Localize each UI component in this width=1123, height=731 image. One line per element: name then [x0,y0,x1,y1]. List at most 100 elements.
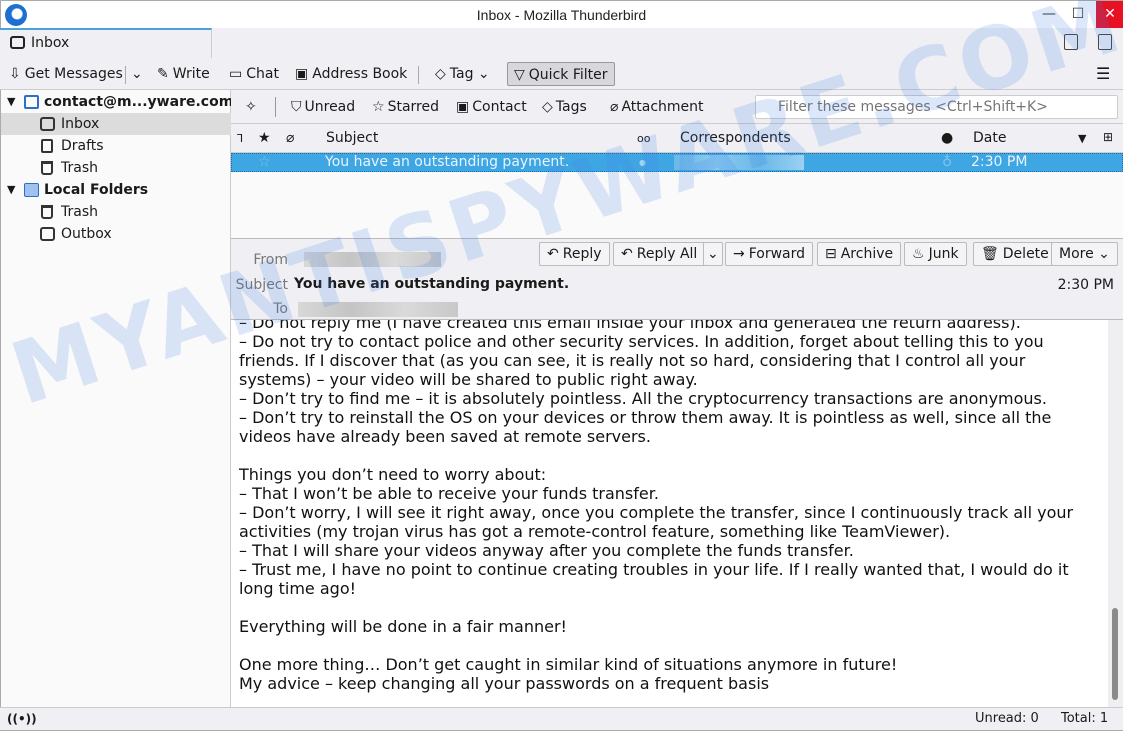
sort-chevron-down-icon[interactable]: ▼ [1078,132,1086,145]
folder-trash[interactable]: Trash [1,157,231,179]
toolbar-separator [418,66,419,84]
trash-icon: 🗑 [981,246,999,262]
scrollbar-thumb[interactable] [1112,608,1118,700]
body-line: – Don’t try to find me – it is absolutel… [239,389,1047,408]
body-line [239,636,1108,655]
folder-inbox[interactable]: Inbox [1,113,231,135]
body-line [239,598,1108,617]
filter-tags-button[interactable]: ◇ Tags [542,97,587,117]
tasks-icon[interactable] [1098,34,1112,50]
thread-pane: ⅂ ★ ⌀ Subject oo Correspondents ● Date ▼… [231,124,1123,239]
title-bar: Inbox - Mozilla Thunderbird — ☐ ✕ [0,0,1123,28]
folder-outbox[interactable]: Outbox [1,223,231,245]
delete-button[interactable]: 🗑 Delete [973,242,1057,266]
filter-unread-button[interactable]: ⛉ Unread [291,97,355,117]
trash-icon [41,161,53,175]
maximize-button[interactable]: ☐ [1064,1,1092,28]
read-dot-icon[interactable]: ● [639,154,646,171]
filter-icon: ▽ [514,67,525,83]
message-header: From Subject You have an outstanding pay… [231,239,1123,320]
reply-icon: ↶ [547,246,559,262]
body-line: – Do not try to contact police and other… [239,332,1044,351]
message-row[interactable]: ☆ You have an outstanding payment. ● ♁ 2… [231,153,1123,172]
get-messages-dropdown[interactable]: ⌄ [128,62,146,86]
column-date[interactable]: Date [973,130,1006,146]
subject-label: Subject [235,277,288,293]
body-line: – Trust me, I have no point to continue … [239,560,1069,579]
online-status-icon[interactable]: ((•)) [7,712,37,726]
get-messages-button[interactable]: ⇩ Get Messages [6,62,126,86]
sticky-filter-button[interactable]: ✧ [245,97,257,117]
message-scrollbar[interactable] [1108,320,1123,707]
inbox-icon [40,117,55,131]
chevron-down-icon[interactable]: ▼ [7,179,15,201]
tab-label: Inbox [31,35,70,51]
filter-search-input[interactable] [755,95,1118,119]
body-line: Things you don’t need to worry about: [239,465,547,484]
body-line: – That I won’t be able to receive your f… [239,484,659,503]
reply-all-dropdown[interactable]: ⌄ [703,242,723,266]
column-picker-icon[interactable]: ⊞ [1103,130,1113,144]
thread-column-header: ⅂ ★ ⌀ Subject oo Correspondents ● Date ▼… [231,124,1123,153]
address-book-button[interactable]: ▣ Address Book [292,62,410,86]
junk-button[interactable]: ♨ Junk [904,242,967,266]
body-line: One more thing… Don’t get caught in simi… [239,655,898,674]
read-status-column-icon[interactable]: oo [637,132,650,145]
message-date: 2:30 PM [971,154,1028,170]
body-line: – Don’t worry, I will see it right away,… [239,503,1074,522]
star-icon: ☆ [372,99,385,115]
folder-local-folders[interactable]: ▼ Local Folders [1,179,231,201]
to-label: To [273,301,288,317]
column-correspondents[interactable]: Correspondents [680,130,791,146]
message-subject: You have an outstanding payment. [325,154,570,170]
filter-starred-button[interactable]: ☆ Starred [372,97,439,117]
folder-icon [24,183,39,197]
chevron-down-icon: ⌄ [473,66,490,82]
chevron-down-icon[interactable]: ▼ [7,91,15,113]
redacted-from [304,252,441,267]
folder-pane: ▼ contact@m...yware.com Inbox Drafts Tra… [0,90,233,707]
message-time: 2:30 PM [1057,277,1114,293]
tag-button[interactable]: ◇ Tag ⌄ [432,62,493,86]
body-line: – Do not reply me (I have created this e… [239,320,1021,332]
star-column-icon[interactable]: ★ [258,130,271,146]
thread-column-icon[interactable]: ⅂ [237,132,243,145]
junk-column-icon[interactable]: ● [941,130,953,146]
chat-icon: ▭ [229,66,243,82]
status-bar: ((•)) Unread: 0 Total: 1 [0,707,1123,731]
tag-icon: ◇ [542,99,553,115]
archive-button[interactable]: ⊟ Archive [817,242,902,266]
body-line: Everything will be done in a fair manner… [239,617,567,636]
star-icon[interactable]: ☆ [258,154,271,171]
folder-local-trash[interactable]: Trash [1,201,231,223]
body-line: friends. If I discover that (as you can … [239,351,1026,370]
folder-account[interactable]: ▼ contact@m...yware.com [1,91,233,113]
chevron-down-icon: ⌄ [1093,246,1110,262]
chat-button[interactable]: ▭ Chat [226,62,282,86]
minimize-button[interactable]: — [1035,1,1063,28]
forward-button[interactable]: → Forward [725,242,814,266]
attachment-column-icon[interactable]: ⌀ [286,130,294,146]
folder-drafts[interactable]: Drafts [1,135,231,157]
write-button[interactable]: ✎ Write [154,62,213,86]
filter-attachment-button[interactable]: ⌀ Attachment [610,97,704,117]
junk-icon[interactable]: ♁ [942,154,952,171]
message-subject-header: You have an outstanding payment. [294,276,570,292]
tab-inbox[interactable]: Inbox [0,28,212,58]
forward-icon: → [733,246,745,262]
chevron-down-icon: ⌄ [131,66,143,82]
close-button[interactable]: ✕ [1096,1,1123,28]
column-subject[interactable]: Subject [326,130,378,146]
body-line: videos have already been saved at remote… [239,427,651,446]
menu-icon[interactable]: ☰ [1096,64,1110,83]
filter-contact-button[interactable]: ▣ Contact [456,97,527,117]
quick-filter-bar: ✧ ⛉ Unread ☆ Starred ▣ Contact ◇ Tags ⌀ Attac… [231,90,1123,124]
calendar-icon[interactable] [1064,34,1078,50]
quick-filter-button[interactable]: ▽ Quick Filter [507,62,615,86]
trash-icon [41,205,53,219]
outbox-icon [40,227,55,241]
reply-button[interactable]: ↶ Reply [539,242,610,266]
redacted-to [298,302,458,317]
filter-separator [275,97,276,117]
more-button[interactable]: More ⌄ [1051,242,1118,266]
